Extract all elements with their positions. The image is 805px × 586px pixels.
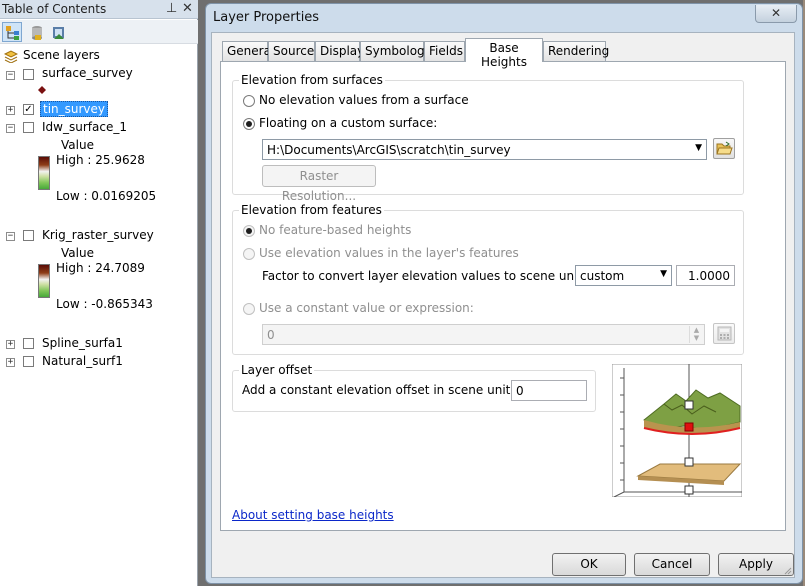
no-feature-heights-label: No feature-based heights <box>259 223 412 237</box>
expand-krig-raster[interactable]: − <box>6 232 15 241</box>
surface-path-select[interactable]: H:\Documents\ArcGIS\scratch\tin_survey ▼ <box>262 139 707 160</box>
layer-spline-surface[interactable]: Spline_surfa1 <box>42 336 123 350</box>
factor-label: Factor to convert layer elevation values… <box>262 269 593 283</box>
radio-no-surface[interactable] <box>243 95 255 107</box>
layer-offset-title: Layer offset <box>239 363 315 377</box>
layer-features-label: Use elevation values in the layer's feat… <box>259 246 519 260</box>
raster-resolution-button[interactable]: Raster Resolution... <box>262 165 376 203</box>
expand-idw-surface[interactable]: − <box>6 124 15 133</box>
idw-color-ramp <box>38 156 50 190</box>
layer-properties-dialog: Layer Properties ✕ General Source Displa… <box>205 3 803 584</box>
expression-calculator-button[interactable] <box>713 323 735 344</box>
checkbox-surface-survey[interactable] <box>23 69 34 80</box>
toc-toolbar <box>0 20 198 44</box>
offset-label: Add a constant elevation offset in scene… <box>242 383 521 397</box>
expand-tin-survey[interactable]: + <box>6 106 15 115</box>
features-group-title: Elevation from features <box>239 203 384 217</box>
pin-icon[interactable]: ⊥ <box>166 1 177 16</box>
tab-source[interactable]: Source <box>268 41 315 61</box>
krig-low-label: Low : -0.865343 <box>56 297 153 311</box>
chevron-down-icon: ▼ <box>695 143 702 153</box>
checkbox-idw-surface[interactable] <box>23 122 34 133</box>
about-base-heights-link[interactable]: About setting base heights <box>232 508 394 522</box>
dialog-title: Layer Properties <box>213 10 320 25</box>
constant-value-label: Use a constant value or expression: <box>259 301 474 315</box>
scene-layers-icon <box>4 50 18 63</box>
visibility-icon <box>53 27 64 39</box>
toc-title: Table of Contents <box>2 2 107 16</box>
base-heights-panel: Elevation from surfaces No elevation val… <box>220 61 786 531</box>
krig-legend-title: Value <box>61 246 94 260</box>
units-select[interactable]: custom ▼ <box>575 265 672 286</box>
tab-base-heights[interactable]: Base Heights <box>465 38 543 69</box>
calculator-icon <box>717 326 732 341</box>
list-by-source-button[interactable] <box>26 22 46 42</box>
idw-high-label: High : 25.9628 <box>56 153 145 167</box>
table-of-contents: Table of Contents ⊥ ✕ Scene layers − sur… <box>0 0 198 586</box>
layer-surface-survey[interactable]: surface_survey <box>42 66 133 80</box>
tab-general[interactable]: General <box>222 41 274 61</box>
open-folder-icon <box>716 141 733 155</box>
surfaces-group: Elevation from surfaces No elevation val… <box>232 73 744 203</box>
layer-idw-surface[interactable]: Idw_surface_1 <box>42 120 127 134</box>
toc-title-bar: Table of Contents ⊥ ✕ <box>0 0 198 19</box>
expand-spline-surface[interactable]: + <box>6 340 15 349</box>
checkbox-spline-surface[interactable] <box>23 338 34 349</box>
idw-low-label: Low : 0.0169205 <box>56 189 157 203</box>
list-by-visibility-button[interactable] <box>48 22 68 42</box>
radio-custom-surface[interactable] <box>243 118 255 130</box>
custom-surface-label: Floating on a custom surface: <box>259 116 438 130</box>
close-icon[interactable]: ✕ <box>182 1 193 16</box>
database-icon <box>32 26 42 40</box>
radio-layer-features[interactable] <box>243 248 255 260</box>
layer-natural-surface[interactable]: Natural_surf1 <box>42 354 123 368</box>
list-by-drawing-order-button[interactable] <box>2 22 22 42</box>
constant-value-input[interactable]: 0 <box>262 324 705 345</box>
offset-input[interactable]: 0 <box>511 380 587 401</box>
units-select-value: custom <box>580 269 625 283</box>
expand-surface-survey[interactable]: − <box>6 71 15 80</box>
idw-legend-title: Value <box>61 138 94 152</box>
expand-natural-surface[interactable]: + <box>6 358 15 367</box>
chevron-down-icon: ▼ <box>660 269 667 279</box>
checkbox-natural-surface[interactable] <box>23 356 34 367</box>
surfaces-group-title: Elevation from surfaces <box>239 73 385 87</box>
factor-input[interactable]: 1.0000 <box>676 265 735 286</box>
tab-fields[interactable]: Fields <box>424 41 465 61</box>
dialog-client-area: General Source Display Symbology Fields … <box>211 32 795 578</box>
surface-path-value: H:\Documents\ArcGIS\scratch\tin_survey <box>267 143 511 157</box>
ok-button[interactable]: OK <box>552 553 626 576</box>
base-heights-illustration <box>612 364 742 497</box>
layer-tin-survey[interactable]: tin_survey <box>40 101 109 117</box>
krig-high-label: High : 24.7089 <box>56 261 145 275</box>
krig-color-ramp <box>38 264 50 298</box>
cancel-button[interactable]: Cancel <box>634 553 710 576</box>
layer-krig-raster[interactable]: Krig_raster_survey <box>42 228 154 242</box>
layers-tree-icon <box>6 26 19 40</box>
layer-offset-group: Layer offset Add a constant elevation of… <box>232 363 596 412</box>
checkbox-tin-survey[interactable]: ✓ <box>23 104 34 115</box>
features-group: Elevation from features No feature-based… <box>232 203 744 355</box>
scene-layers-label: Scene layers <box>23 48 100 62</box>
radio-constant-value[interactable] <box>243 303 255 315</box>
radio-no-feature-heights[interactable] <box>243 225 255 237</box>
point-symbol-icon <box>38 86 46 94</box>
tab-rendering[interactable]: Rendering <box>543 41 609 61</box>
tab-display[interactable]: Display <box>315 41 364 61</box>
browse-surface-button[interactable] <box>713 138 735 159</box>
checkbox-krig-raster[interactable] <box>23 230 34 241</box>
spinner-arrows-icon[interactable]: ▲ ▼ <box>689 326 703 343</box>
no-surface-label: No elevation values from a surface <box>259 93 469 107</box>
dialog-close-button[interactable]: ✕ <box>755 5 797 23</box>
resize-grip-icon[interactable] <box>782 565 792 575</box>
tab-symbology[interactable]: Symbology <box>360 41 432 61</box>
